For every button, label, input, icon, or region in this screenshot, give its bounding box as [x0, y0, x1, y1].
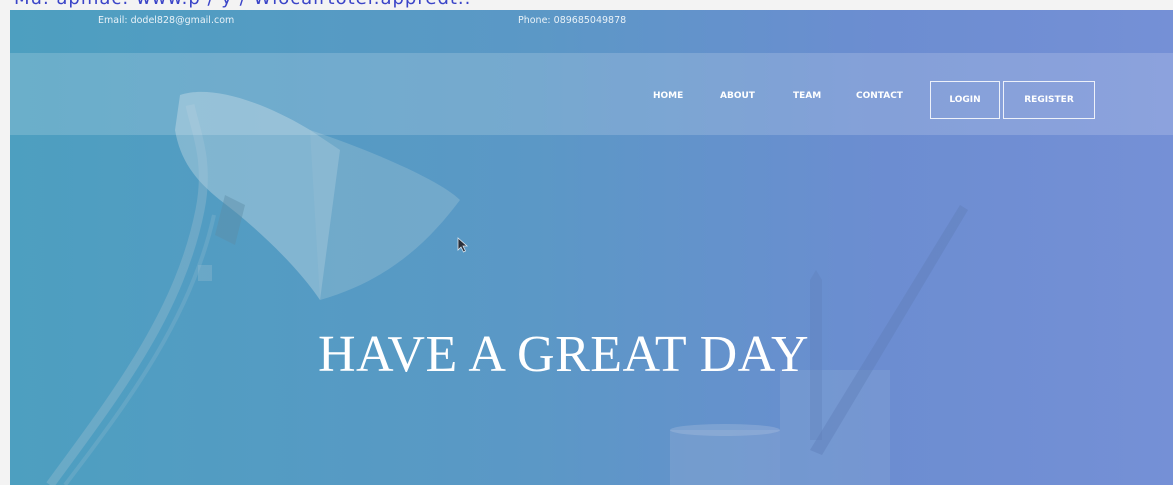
register-button[interactable]: REGISTER	[1003, 81, 1095, 119]
contact-bar: Email: dodel828@gmail.com Phone: 0896850…	[10, 10, 1173, 50]
nav-home-link[interactable]: HOME	[653, 91, 683, 101]
mouse-cursor-icon	[457, 237, 469, 253]
navbar: HOME ABOUT TEAM CONTACT LOGIN REGISTER	[10, 53, 1173, 135]
nav-about-link[interactable]: ABOUT	[720, 91, 755, 101]
login-button[interactable]: LOGIN	[930, 81, 1000, 119]
nav-team-link[interactable]: TEAM	[793, 91, 821, 101]
hero-headline: HAVE A GREAT DAY	[318, 326, 810, 383]
browser-cut-off-text: Mu. apmac: www.p / y / Wlocalrtotel.appr…	[14, 0, 471, 9]
browser-top-strip: Mu. apmac: www.p / y / Wlocalrtotel.appr…	[0, 0, 1173, 10]
contact-phone: Phone: 089685049878	[518, 15, 627, 26]
contact-email: Email: dodel828@gmail.com	[98, 15, 235, 26]
nav-contact-link[interactable]: CONTACT	[856, 91, 903, 101]
hero-section: Email: dodel828@gmail.com Phone: 0896850…	[10, 10, 1173, 485]
